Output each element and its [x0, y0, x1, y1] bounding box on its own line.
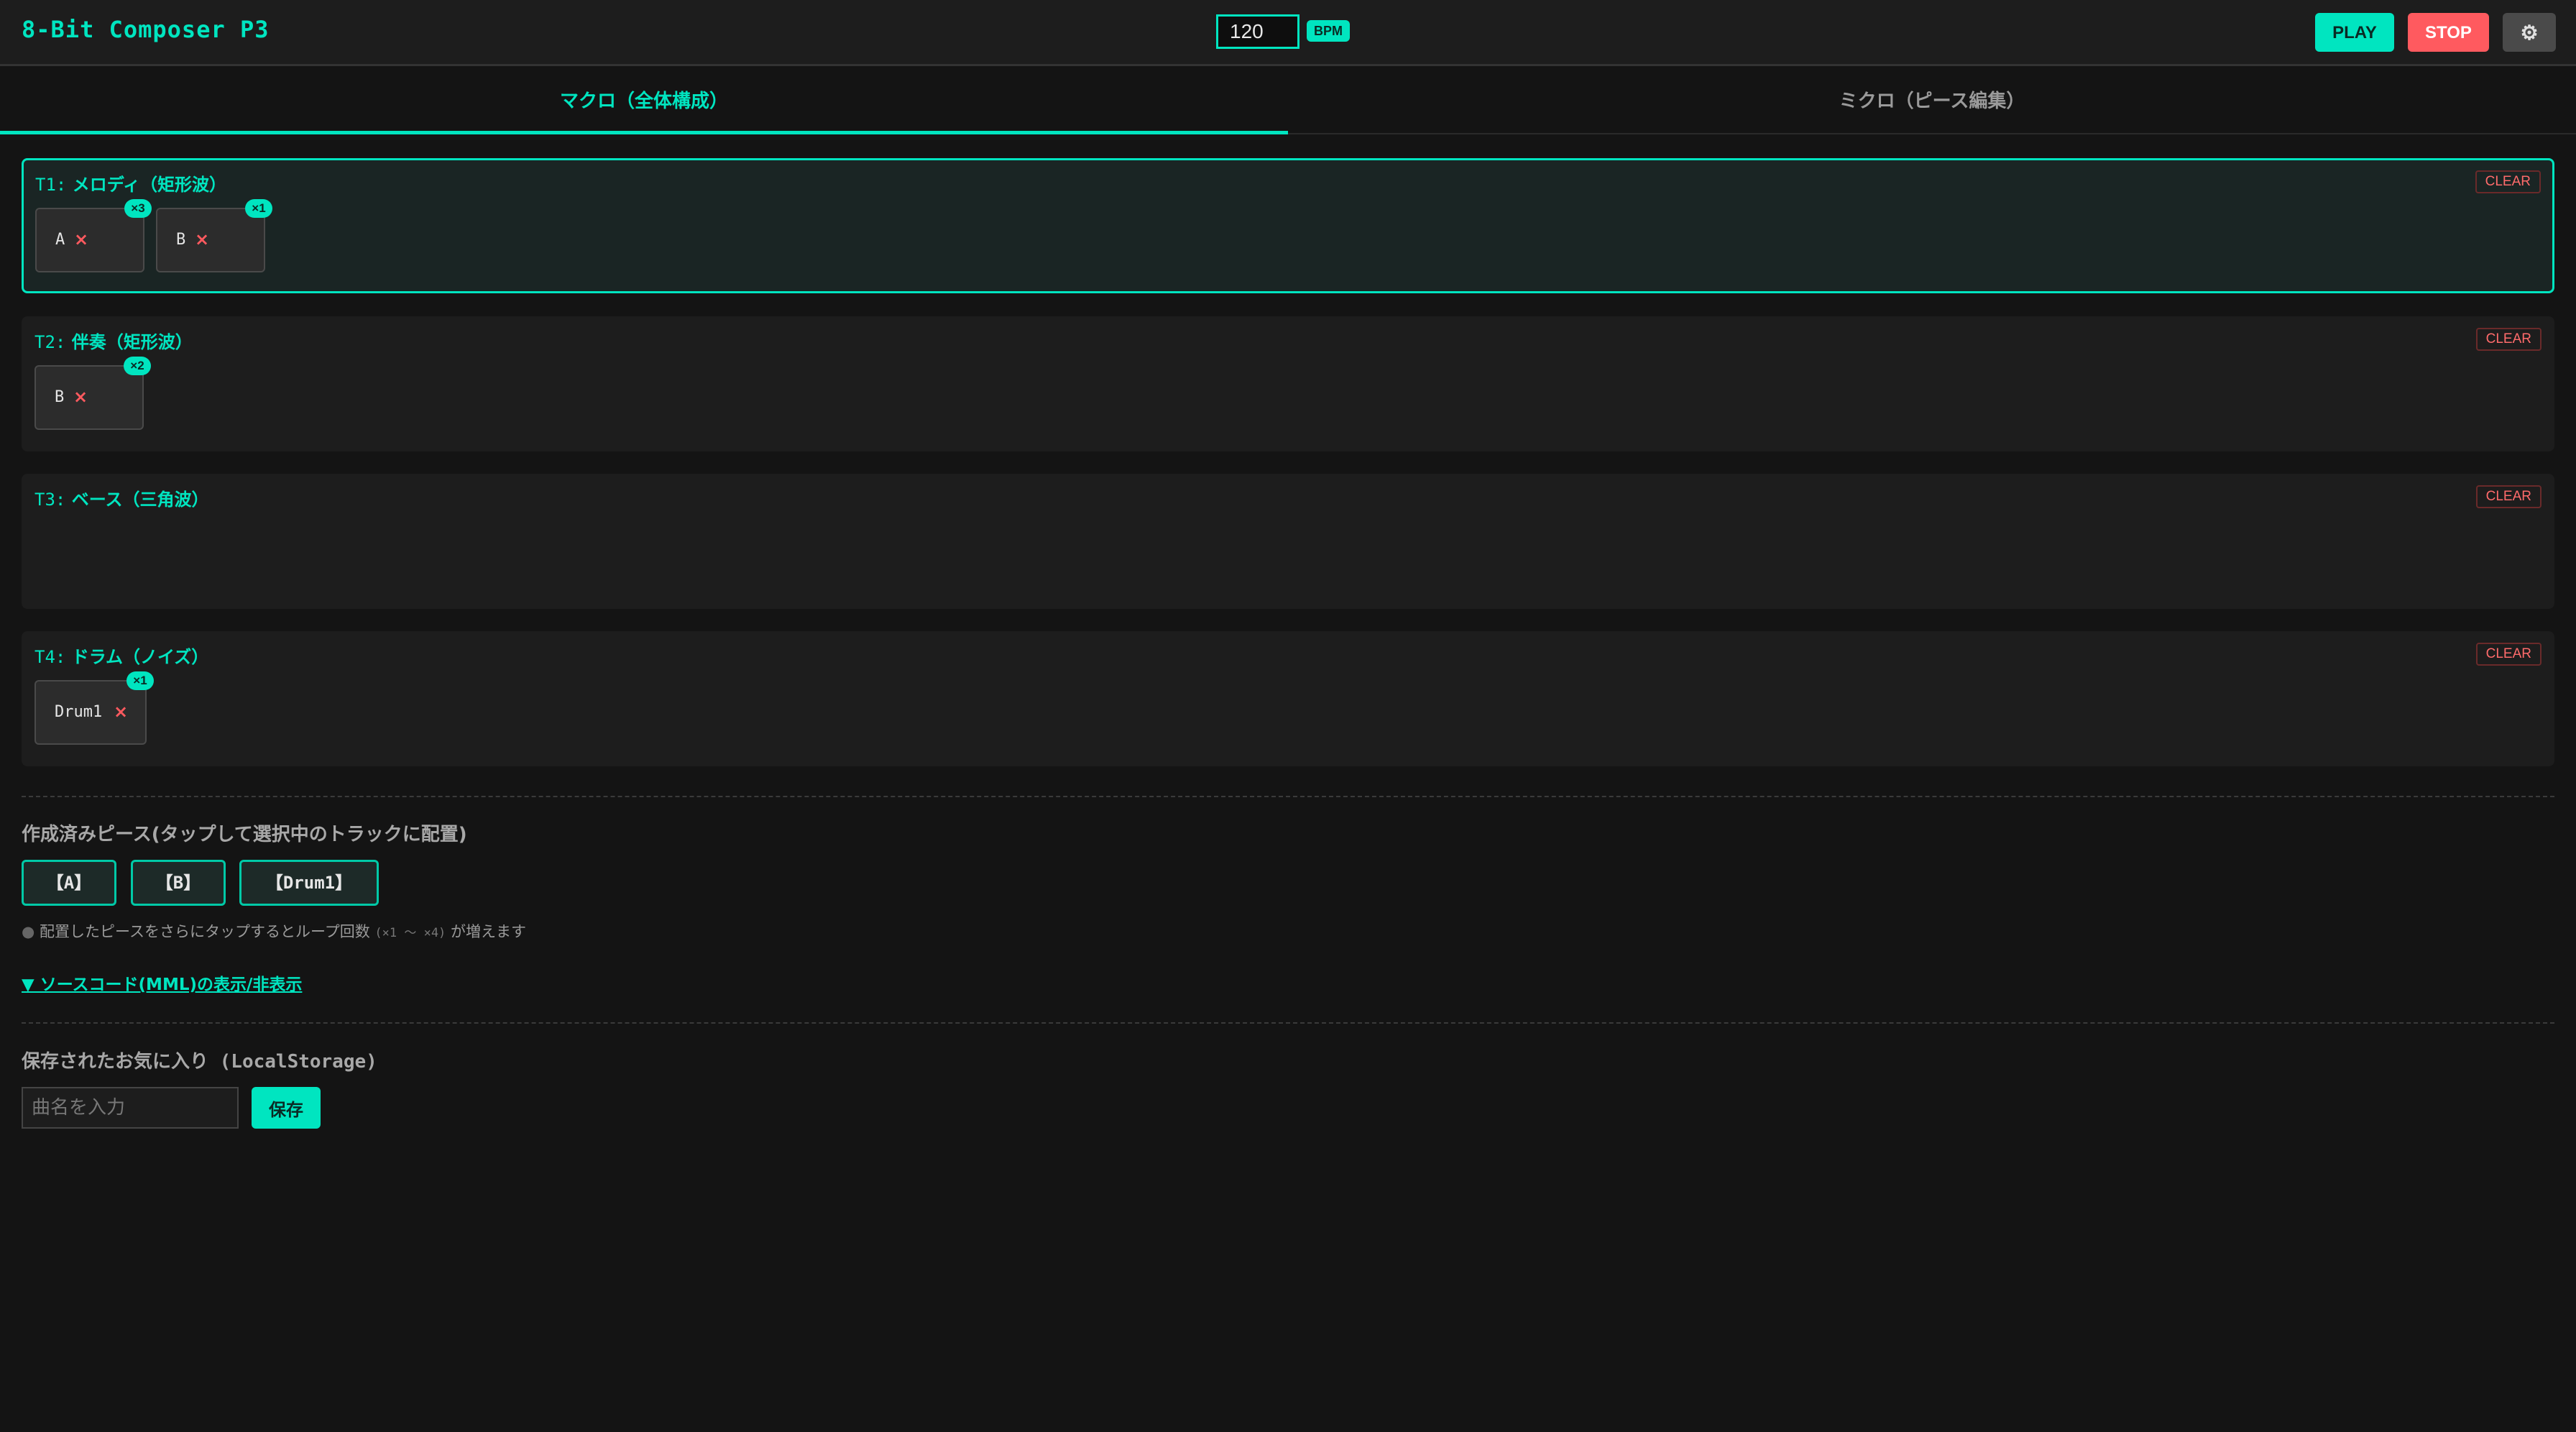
tab-macro[interactable]: マクロ（全体構成）: [0, 68, 1288, 134]
piece-name: A: [55, 231, 65, 249]
stop-button[interactable]: STOP: [2408, 13, 2489, 52]
remove-piece-icon[interactable]: ×: [195, 229, 209, 249]
clear-track-button[interactable]: CLEAR: [2475, 328, 2542, 351]
mml-toggle-link[interactable]: ▼ ソースコード(MML)の表示/非表示: [22, 970, 302, 995]
track-title: T1: メロディ（矩形波）: [35, 175, 227, 195]
divider: [22, 796, 2554, 797]
track-4[interactable]: T4: ドラム（ノイズ） CLEAR Drum1 × ×1: [22, 631, 2554, 766]
remove-piece-icon[interactable]: ×: [74, 229, 88, 249]
loop-count-badge: ×3: [124, 199, 152, 218]
view-tabs: マクロ（全体構成） ミクロ（ピース編集）: [0, 68, 2576, 134]
placed-piece[interactable]: Drum1 × ×1: [34, 671, 154, 745]
song-name-input[interactable]: [22, 1087, 239, 1129]
piece-name: B: [55, 388, 65, 406]
piece-name: B: [176, 231, 186, 249]
library-piece-b[interactable]: 【B】: [131, 860, 226, 906]
placed-piece[interactable]: B × ×2: [34, 357, 151, 430]
clear-track-button[interactable]: CLEAR: [2475, 170, 2541, 193]
loop-hint: ● 配置したピースをさらにタップするとループ回数 (×1 〜 ×4) が増えます: [22, 923, 526, 940]
divider: [22, 1022, 2554, 1024]
track-1[interactable]: T1: メロディ（矩形波） CLEAR A × ×3 B × ×1: [22, 158, 2554, 293]
loop-count-badge: ×2: [124, 357, 151, 375]
clear-track-button[interactable]: CLEAR: [2475, 485, 2542, 508]
placed-piece[interactable]: A × ×3: [35, 199, 152, 272]
library-piece-drum1[interactable]: 【Drum1】: [239, 860, 379, 906]
remove-piece-icon[interactable]: ×: [114, 702, 128, 722]
track-2[interactable]: T2: 伴奏（矩形波） CLEAR B × ×2: [22, 316, 2554, 451]
track-title: T4: ドラム（ノイズ）: [34, 647, 209, 667]
placed-piece[interactable]: B × ×1: [156, 199, 272, 272]
piece-library-title: 作成済みピース(タップして選択中のトラックに配置): [22, 824, 467, 845]
tab-micro[interactable]: ミクロ（ピース編集）: [1288, 68, 2576, 134]
save-button[interactable]: 保存: [252, 1087, 321, 1129]
loop-count-badge: ×1: [126, 671, 154, 690]
clear-track-button[interactable]: CLEAR: [2475, 643, 2542, 666]
play-button[interactable]: PLAY: [2315, 13, 2394, 52]
track-title: T3: ベース（三角波）: [34, 490, 209, 510]
library-piece-a[interactable]: 【A】: [22, 860, 116, 906]
bpm-label: BPM: [1307, 20, 1350, 42]
bpm-input[interactable]: [1216, 14, 1300, 49]
track-title: T2: 伴奏（矩形波）: [34, 332, 193, 352]
app-title: 8-Bit Composer P3: [22, 16, 270, 43]
app-header: 8-Bit Composer P3 BPM PLAY STOP ⚙: [0, 0, 2576, 66]
settings-button[interactable]: ⚙: [2503, 13, 2556, 52]
favorites-title: 保存されたお気に入り (LocalStorage): [22, 1051, 377, 1073]
remove-piece-icon[interactable]: ×: [73, 387, 88, 407]
loop-count-badge: ×1: [245, 199, 272, 218]
track-3[interactable]: T3: ベース（三角波） CLEAR: [22, 474, 2554, 609]
piece-name: Drum1: [55, 703, 103, 721]
gear-icon: ⚙: [2520, 22, 2539, 44]
